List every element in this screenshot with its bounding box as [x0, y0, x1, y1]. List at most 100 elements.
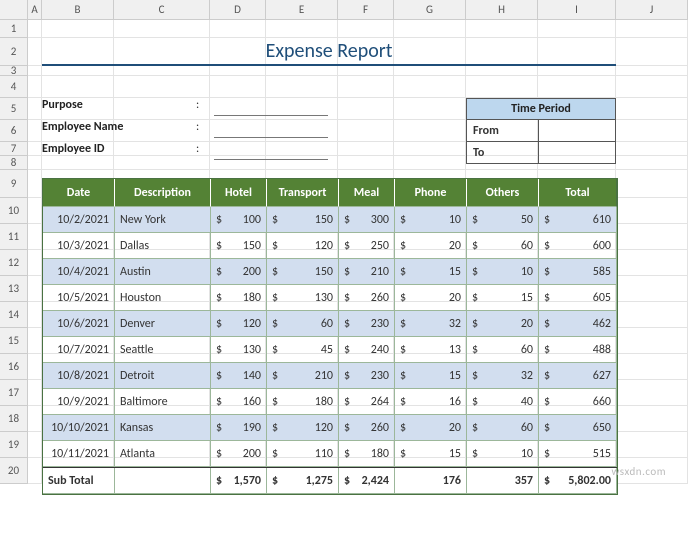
cell-A14[interactable]	[28, 302, 42, 328]
cell-hotel[interactable]: $200	[211, 441, 267, 467]
row-header-15[interactable]: 15	[0, 328, 28, 354]
cell-J2[interactable]	[616, 38, 688, 66]
row-header-2[interactable]: 2	[0, 38, 28, 66]
cell-B3[interactable]	[42, 66, 114, 76]
cell-J14[interactable]	[616, 302, 688, 328]
cell-A6[interactable]	[28, 120, 42, 142]
cell-A4[interactable]	[28, 76, 42, 98]
cell-date[interactable]: 10/9/2021	[43, 389, 115, 415]
subtotal-transport[interactable]: $1,275	[267, 468, 339, 494]
cell-phone[interactable]: $15	[395, 363, 467, 389]
cell-E4[interactable]	[266, 76, 338, 98]
cell-J7[interactable]	[616, 142, 688, 156]
time-period-to-value[interactable]	[539, 142, 615, 163]
cell-A11[interactable]	[28, 224, 42, 250]
row-header-16[interactable]: 16	[0, 354, 28, 380]
cell-A7[interactable]	[28, 142, 42, 156]
cell-A5[interactable]	[28, 98, 42, 120]
cell-transport[interactable]: $130	[267, 285, 339, 311]
cell-F5[interactable]	[338, 98, 394, 120]
cell-A9[interactable]	[28, 170, 42, 198]
row-header-6[interactable]: 6	[0, 120, 28, 142]
cell-D1[interactable]	[210, 20, 266, 38]
cell-J13[interactable]	[616, 276, 688, 302]
purpose-input-line[interactable]	[214, 115, 328, 116]
subtotal-hotel[interactable]: $1,570	[211, 468, 267, 494]
cell-others[interactable]: $60	[467, 337, 539, 363]
cell-others[interactable]: $10	[467, 259, 539, 285]
cell-J6[interactable]	[616, 120, 688, 142]
col-transport[interactable]: Transport	[267, 179, 339, 207]
row-header-13[interactable]: 13	[0, 276, 28, 302]
cell-others[interactable]: $32	[467, 363, 539, 389]
col-date[interactable]: Date	[43, 179, 115, 207]
cell-J16[interactable]	[616, 354, 688, 380]
cell-transport[interactable]: $150	[267, 207, 339, 233]
cell-J4[interactable]	[616, 76, 688, 98]
cell-others[interactable]: $15	[467, 285, 539, 311]
cell-F8[interactable]	[338, 156, 394, 170]
cell-G6[interactable]	[394, 120, 466, 142]
cell-meal[interactable]: $230	[339, 311, 395, 337]
cell-meal[interactable]: $230	[339, 363, 395, 389]
cell-phone[interactable]: $32	[395, 311, 467, 337]
cell-A2[interactable]	[28, 38, 42, 66]
cell-total[interactable]: $627	[539, 363, 617, 389]
cell-total[interactable]: $660	[539, 389, 617, 415]
cell-desc[interactable]: New York	[115, 207, 211, 233]
cell-total[interactable]: $462	[539, 311, 617, 337]
cell-H1[interactable]	[466, 20, 538, 38]
cell-A13[interactable]	[28, 276, 42, 302]
subtotal-label[interactable]: Sub Total	[43, 468, 115, 494]
cell-F3[interactable]	[338, 66, 394, 76]
cell-meal[interactable]: $260	[339, 415, 395, 441]
cell-total[interactable]: $610	[539, 207, 617, 233]
row-header-19[interactable]: 19	[0, 432, 28, 458]
cell-transport[interactable]: $110	[267, 441, 339, 467]
cell-A17[interactable]	[28, 380, 42, 406]
column-header-A[interactable]: A	[28, 0, 42, 20]
cell-date[interactable]: 10/2/2021	[43, 207, 115, 233]
col-others[interactable]: Others	[467, 179, 539, 207]
cell-transport[interactable]: $150	[267, 259, 339, 285]
row-header-7[interactable]: 7	[0, 142, 28, 156]
cell-date[interactable]: 10/3/2021	[43, 233, 115, 259]
cell-G1[interactable]	[394, 20, 466, 38]
cell-I1[interactable]	[538, 20, 616, 38]
cell-phone[interactable]: $20	[395, 285, 467, 311]
cell-others[interactable]: $40	[467, 389, 539, 415]
cell-hotel[interactable]: $150	[211, 233, 267, 259]
employee-name-input-line[interactable]	[214, 137, 328, 138]
cell-G8[interactable]	[394, 156, 466, 170]
cell-F7[interactable]	[338, 142, 394, 156]
cell-meal[interactable]: $250	[339, 233, 395, 259]
cell-desc[interactable]: Houston	[115, 285, 211, 311]
cell-hotel[interactable]: $100	[211, 207, 267, 233]
cell-I3[interactable]	[538, 66, 616, 76]
grid-area[interactable]: Expense Report Purpose : Employee Name :…	[28, 20, 688, 484]
cell-transport[interactable]: $210	[267, 363, 339, 389]
cell-transport[interactable]: $120	[267, 233, 339, 259]
cell-others[interactable]: $60	[467, 415, 539, 441]
cell-desc[interactable]: Dallas	[115, 233, 211, 259]
cell-desc[interactable]: Detroit	[115, 363, 211, 389]
row-header-18[interactable]: 18	[0, 406, 28, 432]
column-header-G[interactable]: G	[394, 0, 466, 20]
col-description[interactable]: Description	[115, 179, 211, 207]
cell-J3[interactable]	[616, 66, 688, 76]
cell-phone[interactable]: $20	[395, 233, 467, 259]
col-meal[interactable]: Meal	[339, 179, 395, 207]
cell-J5[interactable]	[616, 98, 688, 120]
subtotal-others[interactable]: 357	[467, 468, 539, 494]
cell-A1[interactable]	[28, 20, 42, 38]
cell-H3[interactable]	[466, 66, 538, 76]
cell-G4[interactable]	[394, 76, 466, 98]
column-header-E[interactable]: E	[266, 0, 338, 20]
cell-H4[interactable]	[466, 76, 538, 98]
cell-meal[interactable]: $240	[339, 337, 395, 363]
cell-B4[interactable]	[42, 76, 114, 98]
cell-F6[interactable]	[338, 120, 394, 142]
cell-phone[interactable]: $15	[395, 441, 467, 467]
cell-E3[interactable]	[266, 66, 338, 76]
subtotal-desc[interactable]	[115, 468, 211, 494]
